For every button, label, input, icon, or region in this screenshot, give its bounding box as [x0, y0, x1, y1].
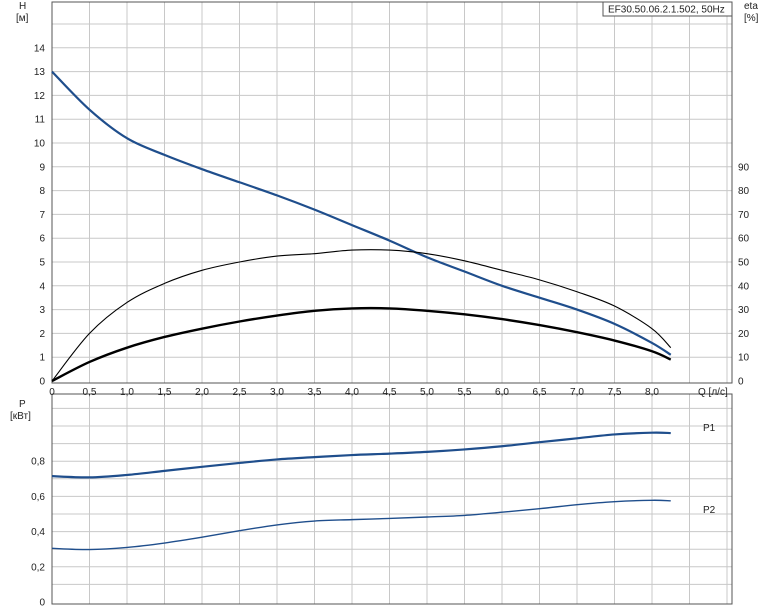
- power-tick-label: 0,4: [31, 527, 45, 538]
- head-tick-label: 4: [39, 281, 45, 292]
- top-plot-frame: [51, 1, 733, 384]
- power-tick-label: 0,2: [31, 562, 45, 573]
- head-tick-label: 0: [39, 377, 45, 388]
- power-tick-labels: 0 0,2 0,4 0,6 0,8: [31, 457, 45, 609]
- head-tick-label: 9: [39, 162, 45, 173]
- x-tick-label: 1,5: [158, 387, 172, 398]
- eta-tick-label: 40: [738, 281, 750, 292]
- series-label-p1: P1: [703, 423, 716, 434]
- head-tick-label: 6: [39, 234, 45, 245]
- head-tick-label: 5: [39, 258, 45, 269]
- power-curve-p2: [51, 499, 671, 551]
- head-tick-label: 13: [34, 67, 46, 78]
- x-tick-label: 4,0: [345, 387, 359, 398]
- power-axis-title: P: [19, 399, 26, 410]
- x-tick-label: 8,0: [645, 387, 659, 398]
- eta-tick-label: 50: [738, 258, 750, 269]
- x-tick-label: 7,0: [570, 387, 584, 398]
- head-tick-labels: 01234567891011121314: [34, 43, 46, 387]
- x-tick-labels: 0 0,5 1,0 1,5 2,0 2,5 3,0 3,5 4,0 4,5 5,0 5,5 6,0 6,5…: [49, 387, 659, 398]
- eta-tick-label: 20: [738, 329, 750, 340]
- pump-curve-chart: EF30.50.06.2.1.502, 50Hz H [м] eta [%] Q…: [10, 1, 759, 609]
- eta-tick-label: 60: [738, 234, 750, 245]
- x-tick-label: 6,5: [533, 387, 547, 398]
- x-tick-label: 2,5: [233, 387, 247, 398]
- left-axis-unit: [м]: [16, 13, 29, 24]
- x-tick-label: 1,0: [120, 387, 134, 398]
- power-axis-unit: [кВт]: [10, 411, 31, 422]
- power-curve-p1: [51, 431, 671, 479]
- head-tick-label: 14: [34, 43, 46, 54]
- right-axis-title: eta: [744, 1, 758, 12]
- chart-title: EF30.50.06.2.1.502, 50Hz: [608, 5, 725, 16]
- head-tick-label: 7: [39, 210, 45, 221]
- eta-tick-label: 70: [738, 210, 750, 221]
- head-tick-label: 1: [39, 353, 45, 364]
- x-tick-label: 6,0: [495, 387, 509, 398]
- eta-curve-2: [51, 306, 672, 383]
- head-tick-label: 12: [34, 91, 46, 102]
- power-tick-label: 0,6: [31, 492, 45, 503]
- x-tick-label: 7,5: [608, 387, 622, 398]
- eta-tick-label: 90: [738, 162, 750, 173]
- right-axis-unit: [%]: [744, 13, 759, 24]
- head-tick-label: 11: [35, 115, 46, 126]
- series-label-p2: P2: [703, 505, 716, 516]
- eta-tick-label: 30: [738, 305, 750, 316]
- eta-tick-label: 80: [738, 186, 750, 197]
- left-axis-title: H: [19, 1, 26, 12]
- power-tick-label: 0: [39, 598, 45, 609]
- eta-tick-label: 10: [738, 353, 750, 364]
- eta-tick-labels: 0 10 20 30 40 50 60 70 80 90: [738, 162, 750, 387]
- top-grid: [52, 2, 732, 383]
- title-box: EF30.50.06.2.1.502, 50Hz: [602, 1, 733, 17]
- eta-curve-1: [51, 249, 672, 382]
- x-axis-title: Q [л/с]: [698, 387, 728, 398]
- head-tick-label: 3: [39, 305, 45, 316]
- x-tick-label: 0: [49, 387, 55, 398]
- x-tick-label: 3,0: [270, 387, 284, 398]
- x-tick-label: 5,0: [420, 387, 434, 398]
- x-tick-label: 2,0: [195, 387, 209, 398]
- head-tick-label: 8: [39, 186, 45, 197]
- bottom-grid: [52, 394, 732, 604]
- x-tick-label: 4,5: [383, 387, 397, 398]
- x-tick-label: 0,5: [83, 387, 97, 398]
- head-tick-label: 10: [34, 139, 46, 150]
- x-tick-label: 3,5: [308, 387, 322, 398]
- head-tick-label: 2: [39, 329, 45, 340]
- power-tick-label: 0,8: [31, 457, 45, 468]
- x-tick-label: 5,5: [458, 387, 472, 398]
- top-curves: [51, 70, 672, 383]
- head-curve: [51, 70, 672, 356]
- eta-tick-label: 0: [738, 377, 744, 388]
